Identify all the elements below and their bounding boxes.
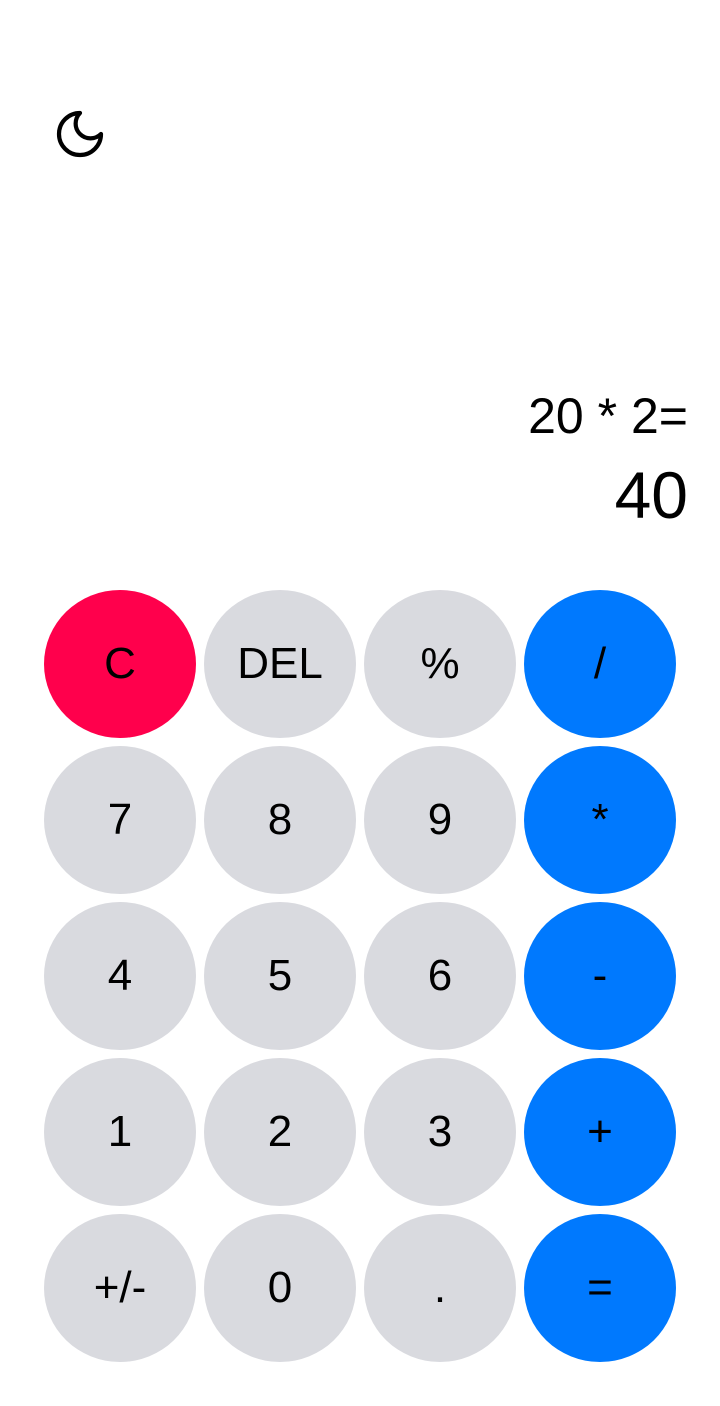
equals-button[interactable]: =	[524, 1214, 676, 1362]
moon-icon	[52, 106, 108, 167]
keypad: C DEL % / 7 8 9 * 4 5 6 - 1 2 3 + +/- 0 …	[44, 590, 676, 1362]
expression-text: 20 * 2=	[528, 388, 688, 444]
digit-1-button[interactable]: 1	[44, 1058, 196, 1206]
digit-3-button[interactable]: 3	[364, 1058, 516, 1206]
digit-9-button[interactable]: 9	[364, 746, 516, 894]
digit-7-button[interactable]: 7	[44, 746, 196, 894]
percent-button[interactable]: %	[364, 590, 516, 738]
digit-6-button[interactable]: 6	[364, 902, 516, 1050]
clear-button[interactable]: C	[44, 590, 196, 738]
result-text: 40	[614, 458, 688, 532]
negate-button[interactable]: +/-	[44, 1214, 196, 1362]
delete-button[interactable]: DEL	[204, 590, 356, 738]
digit-0-button[interactable]: 0	[204, 1214, 356, 1362]
minus-button[interactable]: -	[524, 902, 676, 1050]
digit-8-button[interactable]: 8	[204, 746, 356, 894]
calculator-display: 20 * 2= 40	[528, 384, 688, 540]
divide-button[interactable]: /	[524, 590, 676, 738]
plus-button[interactable]: +	[524, 1058, 676, 1206]
digit-2-button[interactable]: 2	[204, 1058, 356, 1206]
digit-5-button[interactable]: 5	[204, 902, 356, 1050]
multiply-button[interactable]: *	[524, 746, 676, 894]
digit-4-button[interactable]: 4	[44, 902, 196, 1050]
decimal-button[interactable]: .	[364, 1214, 516, 1362]
theme-toggle-button[interactable]	[50, 106, 110, 166]
